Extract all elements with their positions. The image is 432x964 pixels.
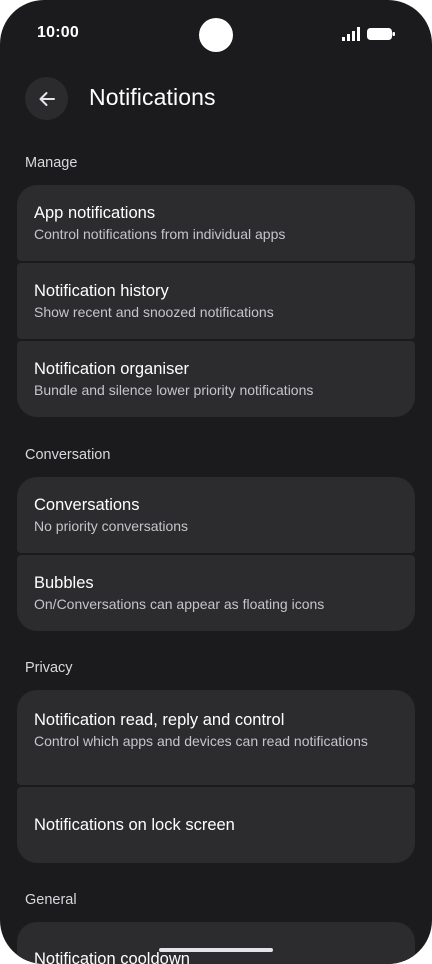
list-item-notification-history[interactable]: Notification history Show recent and sno… — [17, 263, 415, 339]
item-title: Conversations — [34, 496, 140, 514]
page-title: Notifications — [89, 84, 216, 110]
app-bar: Notifications — [0, 68, 432, 132]
arrow-left-icon — [39, 91, 55, 106]
item-title: Notifications on lock screen — [34, 816, 235, 834]
status-bar: 10:00 — [0, 0, 432, 68]
list-item-notification-cooldown[interactable]: Notification cooldown — [17, 922, 415, 964]
status-time: 10:00 — [37, 24, 79, 41]
list-item-notification-read-reply-control[interactable]: Notification read, reply and control Con… — [17, 690, 415, 785]
item-title: Notification read, reply and control — [34, 711, 285, 729]
section-header-general: General — [25, 892, 77, 908]
back-button[interactable] — [25, 77, 68, 120]
item-subtitle: Control which apps and devices can read … — [34, 733, 368, 749]
item-subtitle: Show recent and snoozed notifications — [34, 304, 274, 320]
list-item-app-notifications[interactable]: App notifications Control notifications … — [17, 185, 415, 261]
item-subtitle: Bundle and silence lower priority notifi… — [34, 382, 314, 398]
list-item-notification-organiser[interactable]: Notification organiser Bundle and silenc… — [17, 341, 415, 417]
item-title: Notification history — [34, 282, 169, 300]
item-title: App notifications — [34, 204, 156, 222]
signal-icon — [342, 27, 360, 41]
section-header-manage: Manage — [25, 155, 78, 171]
section-header-conversation: Conversation — [25, 447, 111, 463]
section-header-privacy: Privacy — [25, 660, 73, 676]
item-title: Bubbles — [34, 574, 94, 592]
item-subtitle: No priority conversations — [34, 518, 189, 534]
battery-icon — [367, 28, 395, 40]
navigation-handle[interactable] — [159, 948, 273, 952]
list-item-bubbles[interactable]: Bubbles On/Conversations can appear as f… — [17, 555, 415, 631]
phone-screen: 10:00 Notifications Manage App notificat… — [0, 0, 432, 964]
list-item-conversations[interactable]: Conversations No priority conversations — [17, 477, 415, 553]
item-title: Notification organiser — [34, 360, 189, 378]
camera-cutout — [199, 18, 233, 52]
item-subtitle: On/Conversations can appear as floating … — [34, 596, 325, 612]
item-subtitle: Control notifications from individual ap… — [34, 226, 286, 242]
list-item-notifications-lock-screen[interactable]: Notifications on lock screen — [17, 787, 415, 863]
